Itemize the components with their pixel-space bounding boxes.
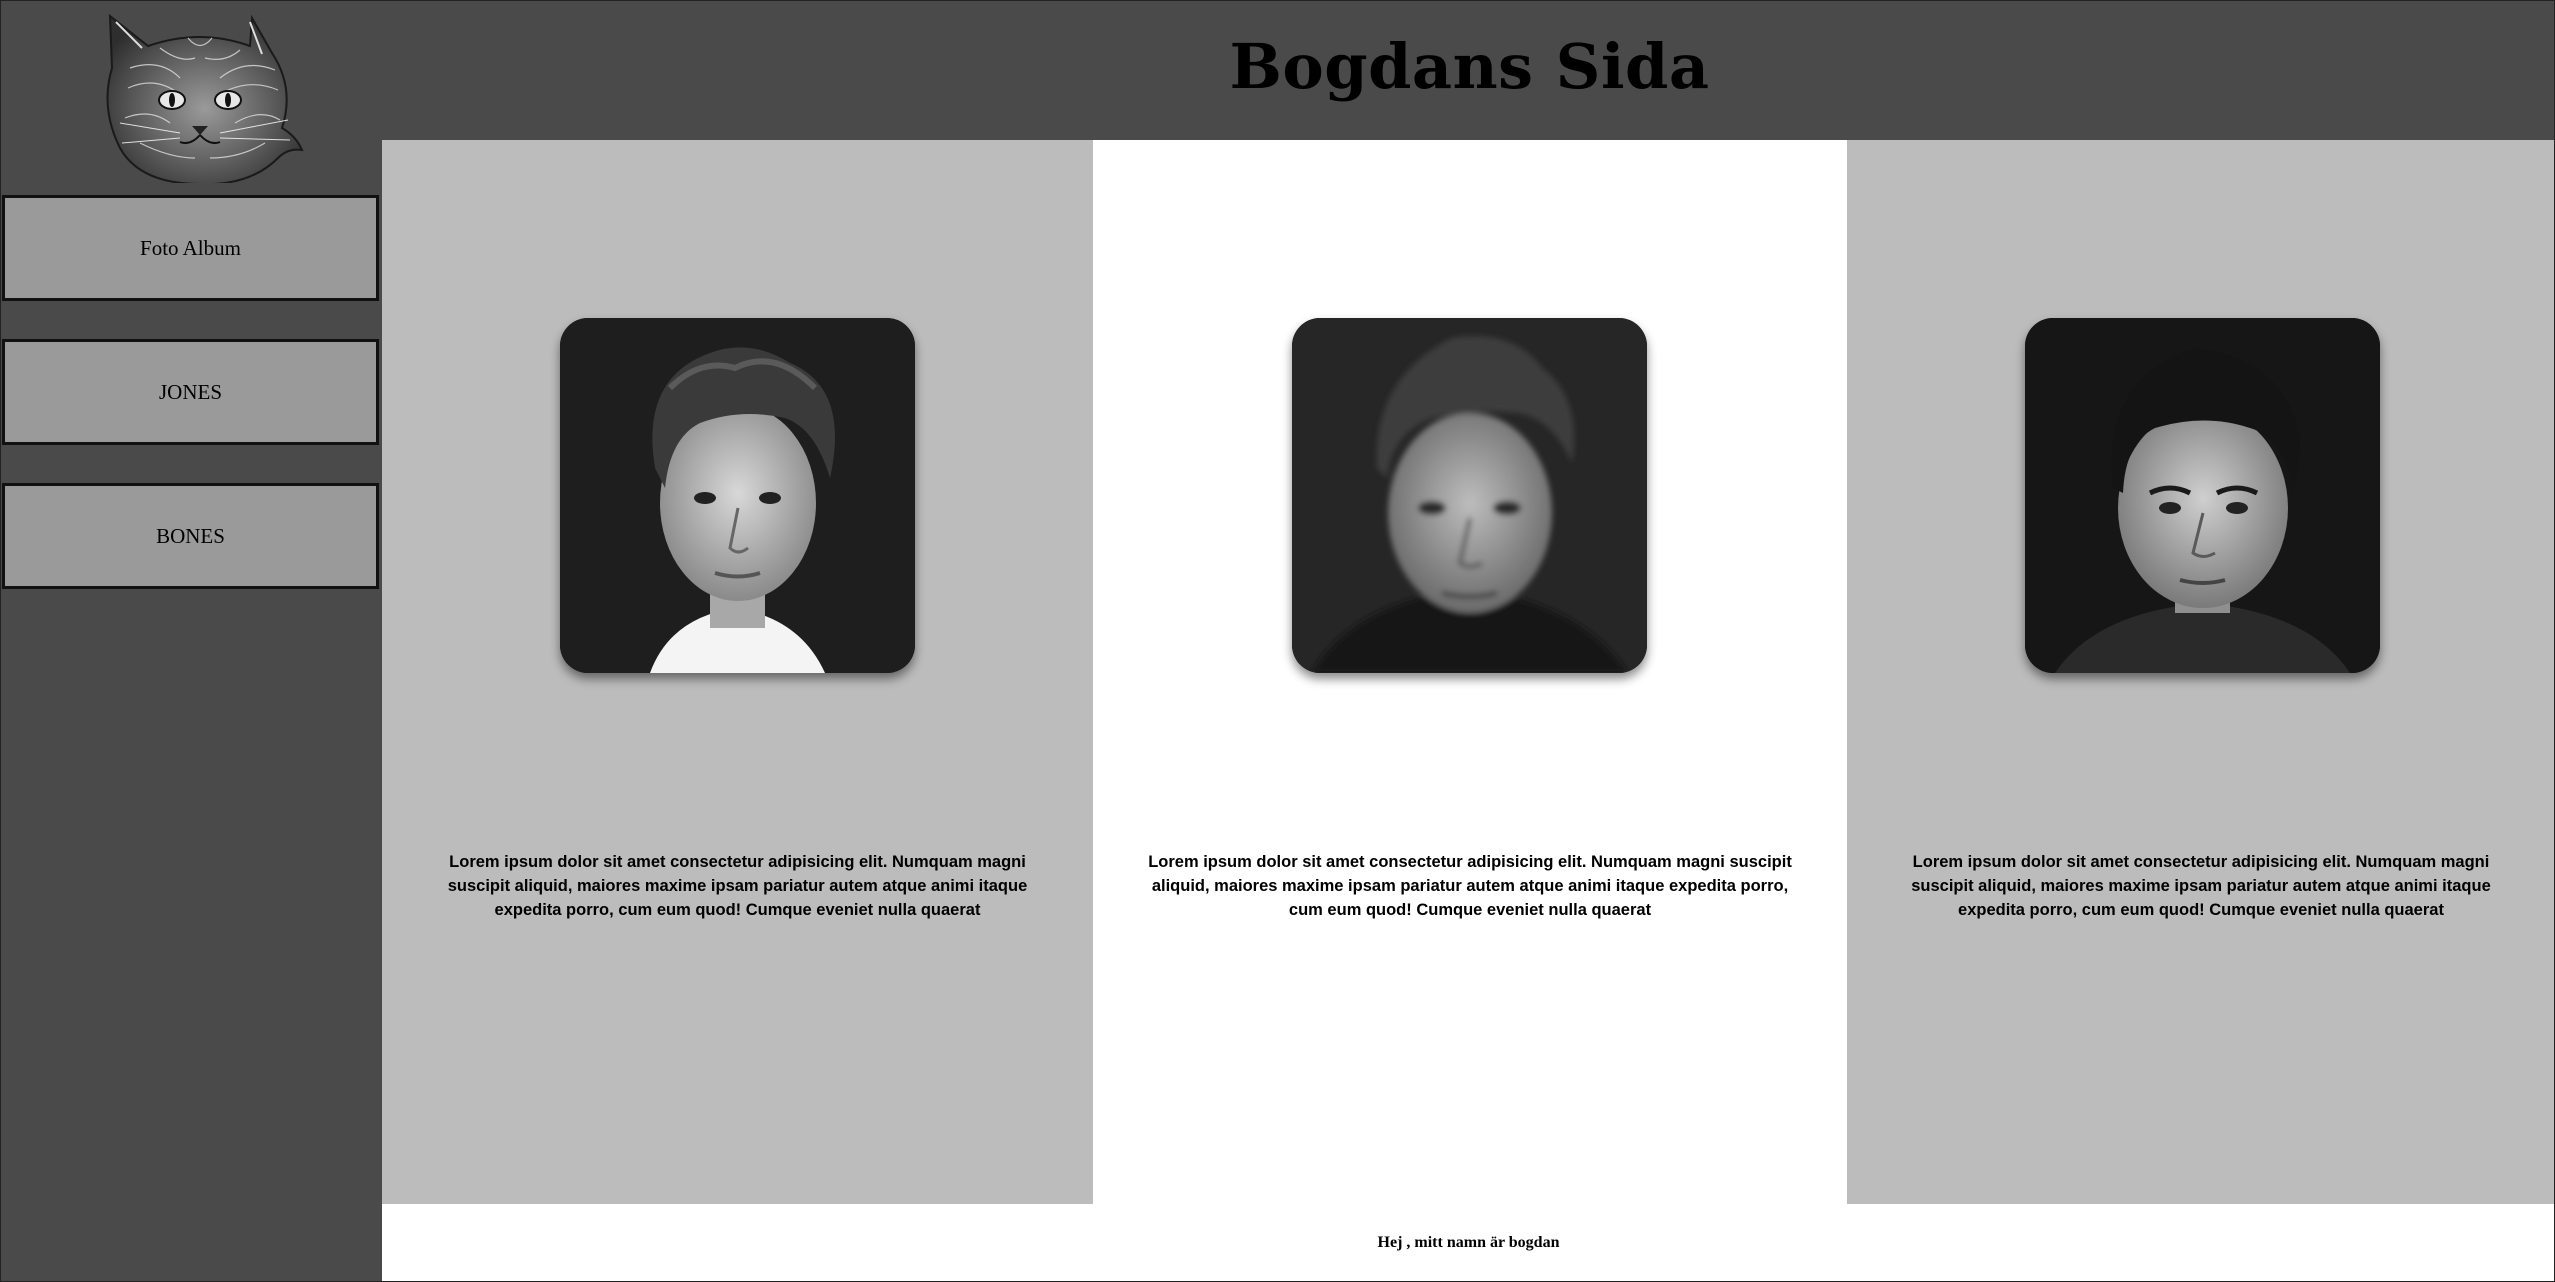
footer: Hej , mitt namn är bogdan <box>382 1204 2555 1282</box>
header: Bogdans Sida <box>0 0 2555 140</box>
sidebar-item-foto-album[interactable]: Foto Album <box>2 195 379 301</box>
sidebar-item-label: JONES <box>158 379 222 404</box>
cat-logo-icon <box>106 13 304 183</box>
profile-column-3: Lorem ipsum dolor sit amet consectetur a… <box>1847 140 2555 1204</box>
sidebar-item-bones[interactable]: BONES <box>2 483 379 589</box>
portrait-image-2 <box>1292 318 1647 673</box>
sidebar: Foto Album JONES BONES <box>0 140 382 1282</box>
profile-column-1: Lorem ipsum dolor sit amet consectetur a… <box>382 140 1093 1204</box>
column-text: Lorem ipsum dolor sit amet consectetur a… <box>447 853 1028 919</box>
portrait-image-3 <box>2025 318 2380 673</box>
column-text: Lorem ipsum dolor sit amet consectetur a… <box>1911 853 2491 919</box>
footer-text: Hej , mitt namn är bogdan <box>1377 1234 1560 1251</box>
sidebar-item-label: BONES <box>156 523 225 548</box>
profile-column-2: Lorem ipsum dolor sit amet consectetur a… <box>1093 140 1847 1204</box>
sidebar-item-jones[interactable]: JONES <box>2 339 379 445</box>
page-title: Bogdans Sida <box>1229 30 1710 103</box>
portrait-image-1 <box>560 318 915 673</box>
column-text: Lorem ipsum dolor sit amet consectetur a… <box>1148 853 1792 919</box>
sidebar-item-label: Foto Album <box>140 235 241 260</box>
